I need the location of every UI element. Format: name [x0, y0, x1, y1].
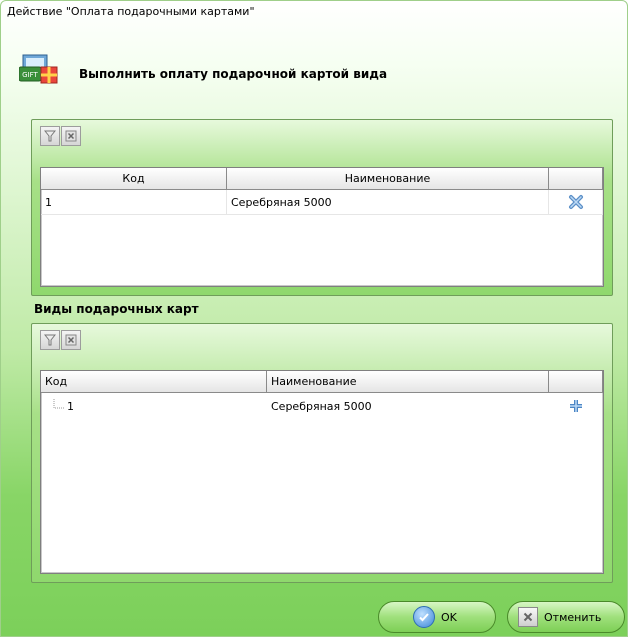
column-header-code[interactable]: Код: [41, 168, 227, 190]
filter-button[interactable]: [40, 330, 60, 350]
remove-row-button[interactable]: [549, 190, 603, 214]
cancel-button[interactable]: Отменить: [507, 601, 625, 633]
filter-icon: [44, 334, 56, 346]
types-grid: Код Наименование 1 Серебряная 5000: [40, 370, 604, 574]
ok-label: OK: [441, 610, 457, 624]
tree-cell: 1: [41, 393, 267, 419]
grid-header: Код Наименование: [41, 168, 603, 190]
dialog-window: Действие "Оплата подарочными картами" GI…: [0, 0, 628, 637]
column-header-name[interactable]: Наименование: [267, 371, 549, 393]
cancel-label: Отменить: [544, 610, 602, 624]
ok-button[interactable]: OK: [378, 601, 496, 633]
add-icon: [570, 400, 582, 412]
column-header-action: [549, 168, 603, 190]
add-row-button[interactable]: [549, 393, 603, 419]
types-panel: Код Наименование 1 Серебряная 5000: [31, 323, 613, 583]
tree-connector-icon: [53, 399, 64, 409]
selected-grid: Код Наименование 1 Серебряная 5000: [40, 167, 604, 287]
gift-card-icon: GIFT: [18, 53, 63, 89]
remove-icon: [568, 195, 583, 209]
types-toolbar: [40, 330, 81, 350]
selected-toolbar: [40, 126, 81, 146]
selected-types-panel: Код Наименование 1 Серебряная 5000: [31, 119, 613, 296]
svg-text:GIFT: GIFT: [22, 71, 38, 79]
check-icon: [413, 606, 435, 628]
close-icon: [65, 334, 77, 346]
column-header-action: [549, 371, 603, 393]
clear-filter-button[interactable]: [61, 330, 81, 350]
window-title: Действие "Оплата подарочными картами": [7, 5, 255, 18]
column-header-code[interactable]: Код: [41, 371, 267, 393]
row-code: 1: [67, 399, 74, 413]
row-name: Серебряная 5000: [271, 399, 372, 413]
table-row[interactable]: 1 Серебряная 5000: [41, 190, 603, 215]
close-icon: [518, 607, 538, 627]
grid-header: Код Наименование: [41, 371, 603, 393]
clear-filter-button[interactable]: [61, 126, 81, 146]
types-section-label: Виды подарочных карт: [34, 302, 199, 316]
row-code: 1: [41, 190, 227, 214]
filter-icon: [44, 130, 56, 142]
column-header-name[interactable]: Наименование: [227, 168, 549, 190]
close-icon: [65, 130, 77, 142]
header-title: Выполнить оплату подарочной картой вида: [79, 67, 388, 81]
tree-row[interactable]: 1 Серебряная 5000: [41, 393, 603, 419]
filter-button[interactable]: [40, 126, 60, 146]
row-name: Серебряная 5000: [227, 190, 549, 214]
